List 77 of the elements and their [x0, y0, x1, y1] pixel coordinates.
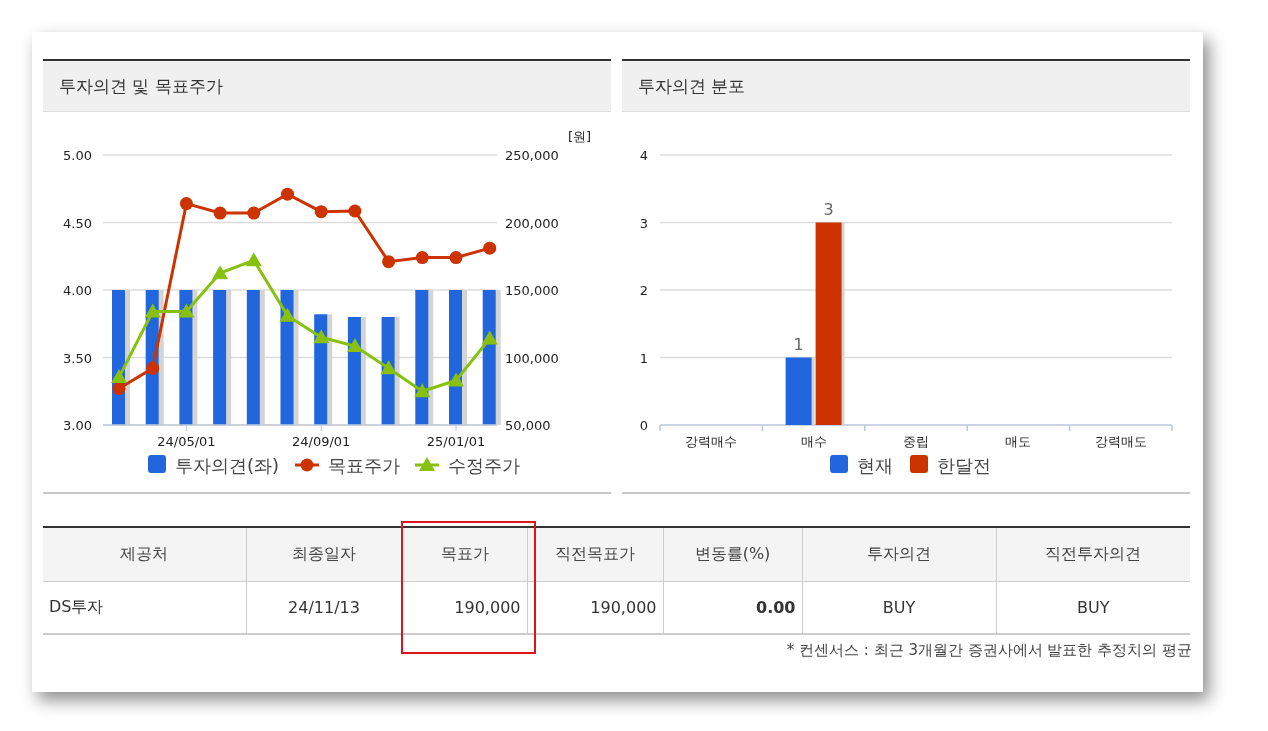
legend-label: 목표주가	[328, 455, 400, 476]
column-header: 직전목표가	[527, 527, 663, 582]
legend-item: 투자의견(좌)	[148, 455, 280, 476]
axis-label: 50,000	[505, 418, 551, 433]
data-point	[346, 338, 363, 352]
axis-label: 24/09/01	[292, 434, 351, 449]
column-header: 제공처	[43, 527, 246, 582]
data-point	[144, 303, 161, 318]
legend-label: 한달전	[937, 455, 991, 476]
data-point	[146, 361, 160, 375]
legend-label: 수정주가	[448, 455, 520, 476]
axis-label: 150,000	[505, 283, 559, 298]
data-point	[112, 382, 126, 396]
table-cell: BUY	[802, 581, 996, 634]
legend-item: 한달전	[910, 455, 991, 476]
legend-label: 현재	[857, 455, 893, 476]
axis-label: 3.00	[63, 418, 92, 433]
table-cell: 190,000	[402, 581, 527, 634]
data-label: 3	[823, 199, 834, 219]
data-point	[281, 187, 294, 201]
data-point	[213, 206, 227, 220]
data-point	[382, 255, 396, 269]
axis-label: 중립	[903, 434, 929, 449]
column-header: 최종일자	[246, 527, 402, 582]
axis-label: 강력매도	[1094, 434, 1147, 449]
axis-unit: [원]	[568, 129, 592, 144]
legend-label: 투자의견(좌)	[175, 455, 280, 476]
axis-label: 1	[639, 350, 649, 366]
data-point	[245, 252, 262, 267]
axis-label: 250,000	[505, 148, 559, 163]
table-cell: 0.00	[663, 581, 802, 634]
panel-title: 투자의견 및 목표주가	[43, 59, 611, 112]
footnote: * 컨센서스 : 최근 3개월간 증권사에서 발표한 추정치의 평균	[786, 641, 1192, 660]
data-point	[247, 206, 261, 220]
data-point	[279, 307, 296, 322]
axis-label: 4.00	[63, 283, 92, 298]
data-point	[212, 265, 229, 280]
legend-item: 현재	[830, 455, 893, 476]
column-header: 투자의견	[802, 527, 996, 582]
legend-item: 목표주가	[295, 455, 400, 476]
data-point	[178, 303, 195, 318]
table-cell: 190,000	[527, 581, 663, 634]
axis-label: 2	[639, 283, 649, 298]
data-point	[415, 251, 429, 265]
legend-item: 수정주가	[415, 455, 520, 476]
column-header: 변동률(%)	[663, 527, 802, 582]
axis-label: 3	[639, 215, 649, 231]
data-point	[481, 330, 498, 345]
axis-label: 25/01/01	[426, 434, 486, 449]
table-cell: DS투자	[43, 581, 246, 634]
data-point	[314, 205, 328, 219]
column-header: 목표가	[402, 527, 527, 582]
data-point	[483, 241, 497, 255]
axis-label: 3.50	[63, 350, 92, 366]
data-point	[414, 383, 431, 398]
data-point	[111, 369, 127, 384]
axis-label: 5.00	[63, 148, 92, 163]
axis-label: 100,000	[505, 350, 559, 366]
axis-label: 200,000	[505, 215, 559, 231]
axis-label: 24/05/01	[157, 434, 216, 449]
axis-label: 매도	[1005, 434, 1032, 449]
data-point	[179, 197, 193, 211]
table-cell: 24/11/13	[246, 581, 402, 634]
table-cell: BUY	[996, 581, 1190, 634]
axis-label: 4.50	[63, 215, 92, 231]
panel-title: 투자의견 분포	[622, 59, 1190, 112]
axis-label: 매수	[800, 434, 827, 449]
data-point	[313, 329, 330, 344]
data-point	[380, 360, 397, 375]
data-point	[348, 204, 362, 218]
data-point	[448, 372, 464, 387]
data-label: 1	[793, 334, 804, 354]
axis-label: 0	[639, 418, 649, 433]
column-header: 직전투자의견	[996, 527, 1190, 582]
data-point	[449, 251, 463, 265]
axis-label: 4	[639, 148, 649, 163]
axis-label: 강력매수	[685, 434, 738, 449]
